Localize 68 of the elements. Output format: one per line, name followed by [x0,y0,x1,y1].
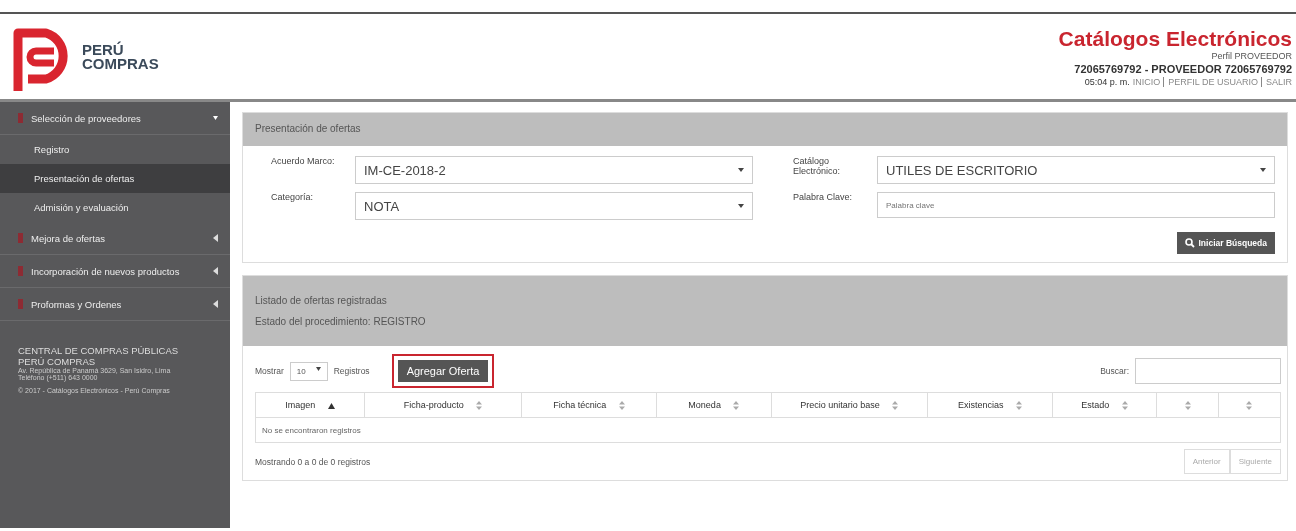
search-label: Buscar: [1100,366,1129,376]
column-header[interactable]: Ficha-producto [364,392,522,418]
header-link[interactable]: PERFIL DE USUARIO [1163,76,1258,87]
site-title: Catálogos Electrónicos [1058,26,1292,51]
sort-icon [733,401,740,411]
sort-icon [1121,401,1128,411]
show-label: Mostrar [255,366,284,376]
records-label: Registros [333,366,370,376]
menu-item[interactable]: Selección de proveedores [0,102,230,135]
column-header[interactable]: Imagen [255,392,365,418]
column-header[interactable]: Ficha técnica [521,392,657,418]
records-info: Mostrando 0 a 0 de 0 registros [255,456,371,467]
org-name: CENTRAL DE COMPRAS PÚBLICAS [18,345,180,356]
menu-marker-icon [18,233,23,243]
caret-left-icon [213,234,218,242]
caret-left-icon [213,267,218,275]
menu-item[interactable]: Incorporación de nuevos productos [0,255,230,288]
column-header[interactable] [1218,392,1281,418]
search-button[interactable]: Iniciar Búsqueda [1176,232,1275,254]
submenu-item[interactable]: Admisión y evaluación [0,193,230,222]
menu-marker-icon [18,266,23,276]
submenu-item[interactable]: Registro [0,135,230,164]
submenu-item[interactable]: Presentación de ofertas [0,164,230,193]
empty-message: No se encontraron registros [255,417,1281,443]
column-header[interactable]: Precio unitario base [771,392,928,418]
panel-title: Presentación de ofertas [255,123,362,134]
input-field[interactable]: Palabra clave [877,192,1275,218]
menu-marker-icon [18,299,23,309]
header-link[interactable]: SALIR [1261,76,1292,87]
sort-icon [476,401,483,411]
field-label: Categoría: [271,192,315,202]
user-name: 72065769792 - PROVEEDOR 72065769792 [1074,62,1292,75]
dropdown-icon [738,204,744,208]
page-size-select[interactable]: 10 [289,361,328,381]
field-label: Catálogo Electrónico: [793,156,842,176]
dropdown-icon [1260,168,1266,172]
time-label: 05:04 p. m. [1084,76,1130,87]
caret-left-icon [213,300,218,308]
search-field[interactable] [1135,358,1281,384]
status-text: Estado del procedimiento: REGISTRO [255,316,427,327]
profile-label: Perfil PROVEEDOR [1211,50,1292,61]
brand-name: PERÚ COMPRAS [18,356,97,367]
dropdown-icon [315,366,321,371]
column-header[interactable]: Existencias [927,392,1053,418]
field-label: Palabra Clave: [793,192,854,202]
column-header[interactable]: Estado [1052,392,1157,418]
caret-down-icon [213,114,218,122]
select-field[interactable]: IM-CE-2018-2 [355,156,753,184]
select-field[interactable]: UTILES DE ESCRITORIO [877,156,1275,184]
menu-marker-icon [18,113,23,123]
sort-icon [1184,401,1191,411]
sort-icon [1016,401,1023,411]
search-icon [1184,238,1195,248]
sort-icon [892,401,899,411]
field-label: Acuerdo Marco: [271,156,336,166]
menu-item[interactable]: Mejora de ofertas [0,222,230,255]
sort-icon [618,401,625,411]
dropdown-icon [738,168,744,172]
column-header[interactable] [1156,392,1219,418]
panel-title: Listado de ofertas registradas [255,295,388,306]
column-header[interactable]: Moneda [656,392,772,418]
menu-item[interactable]: Proformas y Ordenes [0,288,230,321]
add-offer-button[interactable]: Agregar Oferta [397,360,489,382]
header-link[interactable]: INICIO [1132,76,1161,87]
sort-ascending-icon [327,402,335,409]
select-field[interactable]: NOTA [355,192,753,220]
logo-text: PERÚ COMPRAS [82,42,159,71]
sort-icon [1246,401,1253,411]
